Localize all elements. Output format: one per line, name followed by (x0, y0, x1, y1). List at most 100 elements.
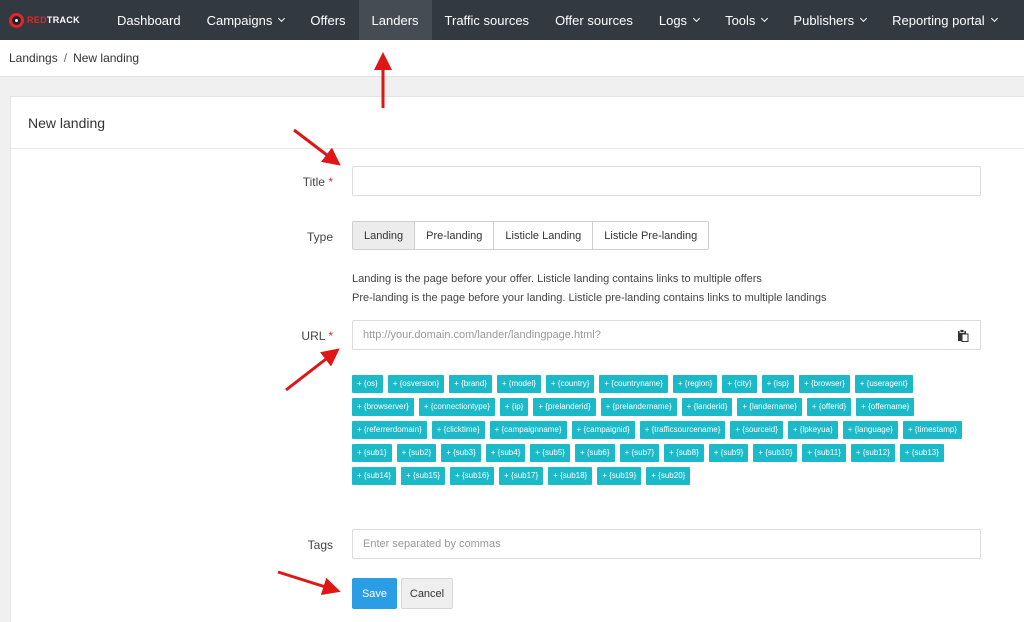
type-button-group: Landing Pre-landing Listicle Landing Listic… (352, 221, 710, 250)
tags-input[interactable]: Enter separated by commas (352, 529, 981, 559)
top-navbar: REDTRACK Dashboard Campaigns Offers Landers… (0, 0, 1024, 40)
macro-button[interactable]: + {sub2} (396, 444, 437, 462)
macro-button[interactable]: + {landerid} (681, 398, 733, 416)
type-option-pre-landing[interactable]: Pre-landing (415, 222, 495, 249)
macro-button[interactable]: + {browser} (799, 375, 850, 393)
macro-button[interactable]: + {sub3} (441, 444, 481, 462)
copy-url-button[interactable] (945, 320, 981, 350)
type-help-text: Landing is the page before your offer. L… (352, 270, 827, 308)
help-line-landing: Landing is the page before your offer. L… (352, 273, 762, 285)
macro-button[interactable]: + {timestamp} (902, 421, 962, 439)
save-button[interactable]: Save (352, 578, 397, 609)
macro-button[interactable]: + {region} (672, 375, 718, 393)
nav-item-label: Reporting portal (892, 12, 985, 28)
breadcrumb-parent-link[interactable]: Landings (9, 51, 58, 65)
nav-item-landers[interactable]: Landers (358, 0, 432, 40)
macro-button[interactable]: + {sub6} (574, 444, 615, 462)
url-input[interactable]: http://your.domain.com/lander/landingpag… (352, 320, 946, 350)
type-label: Type (306, 230, 333, 244)
nav-item-label: Offer sources (555, 12, 633, 28)
macro-button[interactable]: + {city} (722, 375, 757, 393)
nav-item-tools[interactable]: Tools (712, 0, 780, 40)
macro-button[interactable]: + {sub20} (646, 467, 691, 485)
nav-item-logs[interactable]: Logs (646, 0, 712, 40)
nav-item-traffic-sources[interactable]: Traffic sources (432, 0, 543, 40)
macro-button[interactable]: + {sub19} (597, 467, 642, 485)
macro-button[interactable]: + {sub18} (548, 467, 593, 485)
nav-item-offer-sources[interactable]: Offer sources (542, 0, 646, 40)
clipboard-icon (957, 328, 968, 342)
macro-button[interactable]: + {prelandername} (600, 398, 677, 416)
card-title: New landing (11, 97, 1024, 149)
cancel-button[interactable]: Cancel (401, 578, 453, 609)
tags-label: Tags (307, 538, 333, 552)
nav-item-label: Traffic sources (444, 12, 530, 28)
macro-button[interactable]: + {sub7} (619, 444, 660, 462)
nav-item-dashboard[interactable]: Dashboard (104, 0, 194, 40)
macro-button[interactable]: + {sub4} (485, 444, 526, 462)
macro-button[interactable]: + {language} (842, 421, 898, 439)
nav-item-label: Campaigns (206, 12, 273, 28)
macro-button[interactable]: + {sub5} (530, 444, 570, 462)
nav-item-label: Logs (658, 12, 688, 28)
breadcrumb-current: New landing (73, 51, 140, 65)
chevron-down-icon (990, 14, 998, 23)
macro-button[interactable]: + {clicktime} (431, 421, 485, 439)
chevron-down-icon (693, 14, 701, 23)
macro-button[interactable]: + {country} (545, 375, 595, 393)
macro-button[interactable]: + {useragent} (854, 375, 913, 393)
nav-item-label: Dashboard (117, 12, 181, 28)
macro-button[interactable]: + {lpkeyua} (787, 421, 838, 439)
macro-button[interactable]: + {connectiontype} (418, 398, 495, 416)
macro-button[interactable]: + {sub17} (499, 467, 544, 485)
macro-button[interactable]: + {sub11} (802, 444, 846, 462)
macro-button[interactable]: + {sub9} (708, 444, 749, 462)
macro-button[interactable]: + {offername} (856, 398, 915, 416)
macro-button[interactable]: + {model} (496, 375, 541, 393)
macro-button[interactable]: + {sub12} (850, 444, 895, 462)
macro-button[interactable]: + {campaignid} (571, 421, 635, 439)
url-label: URL * (301, 329, 333, 343)
macro-button[interactable]: + {sub13} (899, 444, 944, 462)
macro-button[interactable]: + {landername} (737, 398, 802, 416)
macro-button[interactable]: + {sub10} (753, 444, 798, 462)
macro-button[interactable]: + {campaignname} (489, 421, 567, 439)
title-input[interactable] (352, 166, 981, 196)
macro-button[interactable]: + {os} (352, 375, 383, 393)
nav-item-offers[interactable]: Offers (297, 0, 358, 40)
macro-button[interactable]: + {sub15} (401, 467, 446, 485)
macro-button[interactable]: + {trafficsourcename} (639, 421, 726, 439)
chevron-down-icon (860, 14, 868, 23)
nav-item-label: Publishers (793, 12, 855, 28)
nav-item-label: Landers (371, 12, 419, 28)
macro-button[interactable]: + {browserver} (352, 398, 414, 416)
type-option-listicle-landing[interactable]: Listicle Landing (494, 222, 594, 249)
macro-button[interactable]: + {offerid} (806, 398, 852, 416)
help-line-prelanding: Pre-landing is the page before your land… (352, 292, 827, 304)
macro-button[interactable]: + {sourceid} (730, 421, 783, 439)
logo-icon (9, 12, 24, 28)
macro-button[interactable]: + {sub14} (352, 467, 397, 485)
macro-button[interactable]: + {sub1} (352, 444, 392, 462)
nav-item-label: Offers (310, 12, 346, 28)
nav-menu: Dashboard Campaigns Offers Landers Traffic s… (104, 0, 1010, 40)
macro-button[interactable]: + {brand} (449, 375, 492, 393)
chevron-down-icon (278, 14, 286, 23)
type-option-listicle-pre-landing[interactable]: Listicle Pre-landing (593, 222, 708, 249)
macro-button[interactable]: + {referrerdomain} (352, 421, 427, 439)
macro-button[interactable]: + {prelanderid} (533, 398, 596, 416)
type-option-landing[interactable]: Landing (353, 222, 416, 249)
macro-button[interactable]: + {ip} (499, 398, 529, 416)
nav-item-reporting-portal[interactable]: Reporting portal (879, 0, 1010, 40)
macro-button[interactable]: + {sub8} (664, 444, 704, 462)
macro-button[interactable]: + {osversion} (387, 375, 445, 393)
macro-button[interactable]: + {countryname} (599, 375, 668, 393)
macro-button[interactable]: + {isp} (761, 375, 795, 393)
logo[interactable]: REDTRACK (0, 0, 104, 40)
chevron-down-icon (761, 14, 769, 23)
url-macro-tokens: + {os} + {osversion} + {brand} + {model} + {… (352, 375, 972, 490)
macro-button[interactable]: + {sub16} (450, 467, 495, 485)
breadcrumb: Landings / New landing (0, 40, 1024, 77)
nav-item-publishers[interactable]: Publishers (780, 0, 879, 40)
nav-item-campaigns[interactable]: Campaigns (194, 0, 298, 40)
